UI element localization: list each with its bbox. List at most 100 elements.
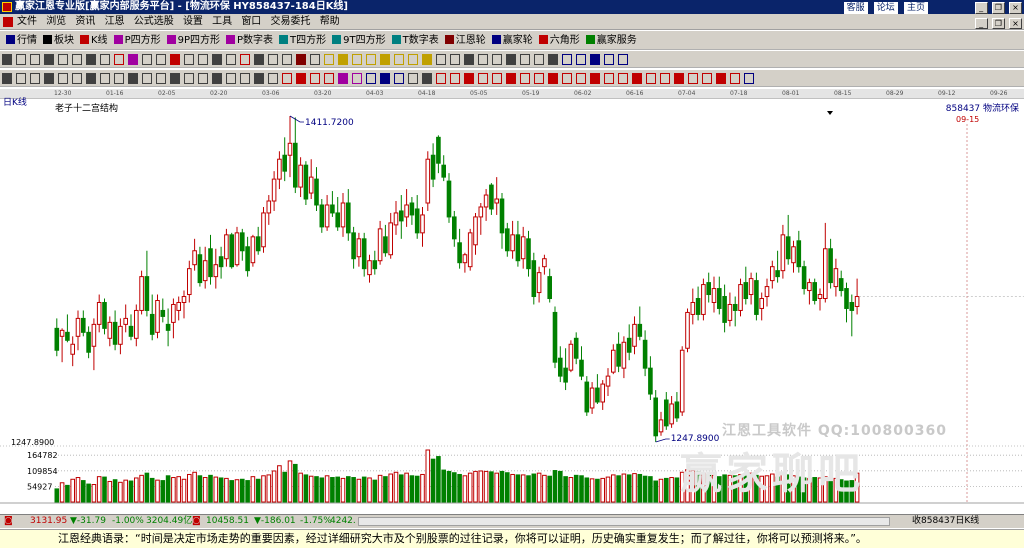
analysis-tool-icon[interactable] [450,73,460,84]
volume-bar[interactable] [123,479,129,503]
volume-bar[interactable] [473,470,478,503]
draw-tool-icon[interactable] [548,54,558,65]
draw-tool-icon[interactable] [86,54,96,65]
candle-body[interactable] [261,212,266,248]
candle-body[interactable] [785,236,791,260]
candle-body[interactable] [483,194,489,208]
volume-bar[interactable] [388,473,393,503]
candle-body[interactable] [59,329,65,337]
candle-body[interactable] [446,180,452,218]
volume-bar[interactable] [91,484,97,503]
candle-body[interactable] [383,236,388,254]
volume-bar[interactable] [489,471,494,503]
analysis-tool-icon[interactable] [562,73,572,84]
analysis-tool-icon[interactable] [478,73,488,84]
toolbar-item-1[interactable]: 板块 [43,31,74,50]
candle-body[interactable] [377,228,383,262]
draw-tool-icon[interactable] [352,54,362,65]
volume-bar[interactable] [213,476,219,503]
volume-bar[interactable] [425,449,431,503]
candle-body[interactable] [563,367,568,383]
volume-bar[interactable] [648,476,653,503]
candle-body[interactable] [642,339,648,369]
candle-body[interactable] [828,248,833,284]
candle-body[interactable] [812,282,818,302]
candle-body[interactable] [616,343,621,367]
candle-body[interactable] [770,266,775,282]
toolbar-item-11[interactable]: 六角形 [538,31,580,50]
candle-body[interactable] [298,164,303,188]
draw-tool-icon[interactable] [366,54,376,65]
draw-tool-icon[interactable] [2,54,12,65]
candle-body[interactable] [462,254,468,264]
volume-bar[interactable] [361,476,367,503]
volume-bar[interactable] [314,476,319,503]
analysis-tool-icon[interactable] [114,73,124,84]
toolbar-item-2[interactable]: K线 [80,31,108,50]
candle-body[interactable] [293,142,298,188]
analysis-tool-icon[interactable] [128,73,138,84]
candle-body[interactable] [187,268,192,296]
volume-bar[interactable] [293,463,298,503]
volume-bar[interactable] [367,477,372,503]
volume-bar[interactable] [568,477,574,503]
menu-help[interactable]: 帮助 [320,14,340,30]
candle-body[interactable] [547,276,553,300]
volume-bar[interactable] [589,478,595,503]
analysis-tool-icon[interactable] [184,73,194,84]
candle-body[interactable] [674,401,680,419]
link-home[interactable]: 主页 [903,2,928,14]
volume-bar[interactable] [176,476,181,503]
candle-body[interactable] [75,317,81,337]
candle-body[interactable] [414,208,420,234]
candle-body[interactable] [589,387,595,409]
analysis-tool-icon[interactable] [86,73,96,84]
candle-body[interactable] [621,341,627,369]
candle-body[interactable] [112,321,118,345]
close-icon[interactable]: × [1009,2,1022,14]
volume-bar[interactable] [457,473,462,503]
volume-bar[interactable] [399,474,404,503]
candle-body[interactable] [149,313,155,335]
volume-bar[interactable] [261,475,266,503]
candle-body[interactable] [255,236,261,252]
volume-bar[interactable] [197,475,203,503]
candle-body[interactable] [346,202,351,234]
volume-bar[interactable] [266,474,272,503]
candle-body[interactable] [102,301,107,329]
analysis-tool-icon[interactable] [58,73,68,84]
candle-body[interactable] [552,311,558,363]
candle-body[interactable] [558,357,563,377]
analysis-tool-icon[interactable] [702,73,712,84]
toolbar-item-12[interactable]: 赢家服务 [585,31,637,50]
volume-bar[interactable] [383,476,388,503]
draw-tool-icon[interactable] [72,54,82,65]
candle-body[interactable] [807,282,812,292]
volume-bar[interactable] [250,476,256,503]
volume-bar[interactable] [637,473,643,503]
analysis-tool-icon[interactable] [674,73,684,84]
volume-bar[interactable] [218,477,224,503]
candle-body[interactable] [780,234,786,272]
volume-bar[interactable] [377,474,383,503]
draw-tool-icon[interactable] [198,54,208,65]
volume-bar[interactable] [356,478,362,503]
menu-file[interactable]: 文件 [17,14,37,30]
analysis-tool-icon[interactable] [226,73,236,84]
candle-body[interactable] [86,331,91,353]
analysis-tool-icon[interactable] [422,73,432,84]
candle-body[interactable] [732,303,738,311]
candle-body[interactable] [600,383,606,403]
analysis-tool-icon[interactable] [240,73,250,84]
candle-body[interactable] [706,282,712,296]
analysis-tool-icon[interactable] [2,73,12,84]
volume-bar[interactable] [595,478,600,503]
candle-body[interactable] [531,260,537,298]
draw-tool-icon[interactable] [534,54,544,65]
candle-body[interactable] [393,212,399,226]
candle-body[interactable] [690,301,696,315]
candle-body[interactable] [520,236,526,260]
analysis-tool-icon[interactable] [310,73,320,84]
candle-body[interactable] [425,158,431,204]
candle-body[interactable] [605,375,611,387]
